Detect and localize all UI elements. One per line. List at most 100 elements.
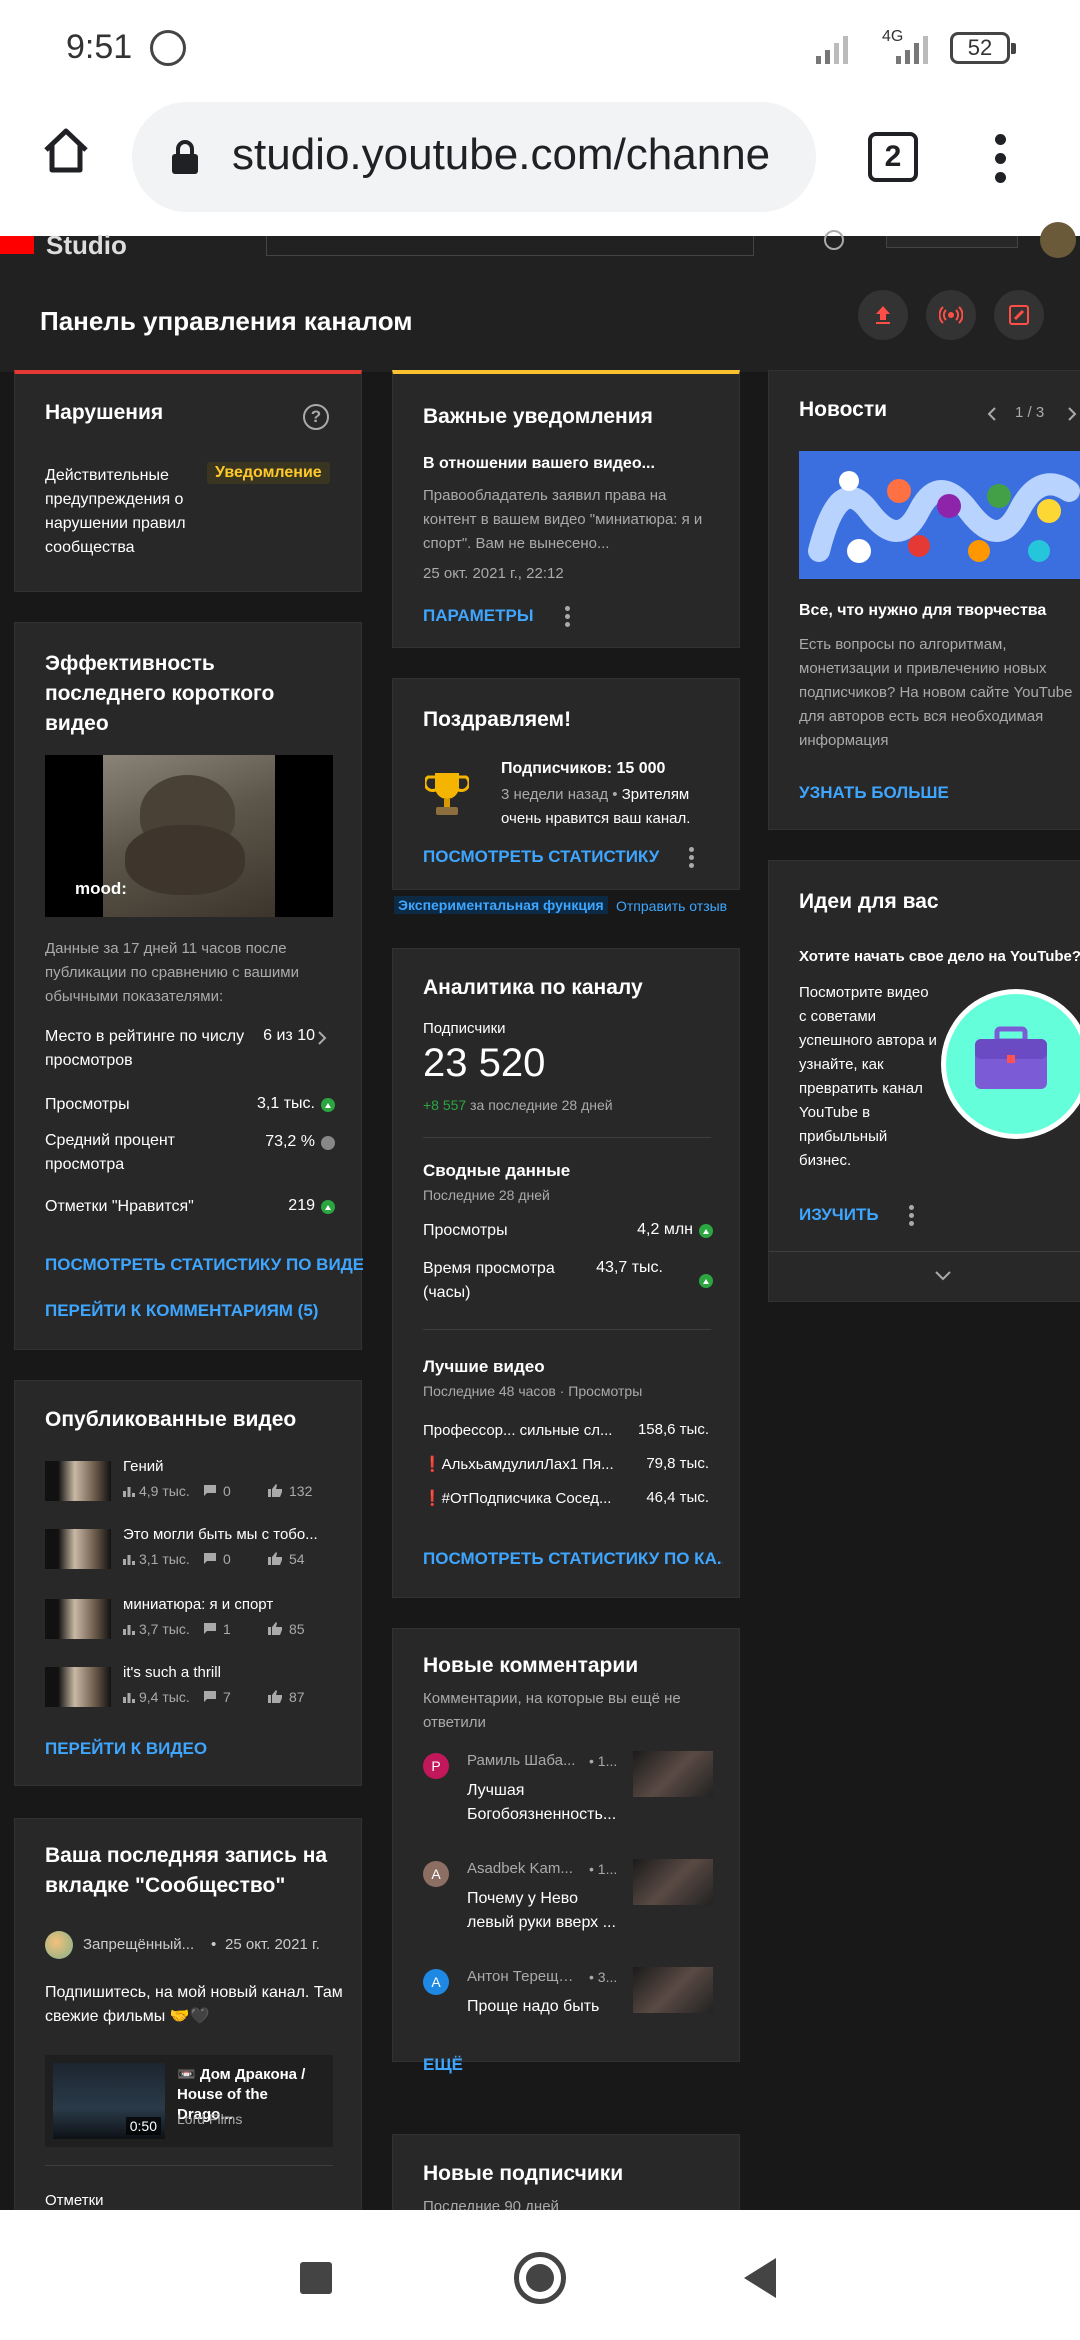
arrow-up-icon: [321, 1200, 335, 1214]
top-video-views: 79,8 тыс.: [646, 1455, 709, 1472]
video-title: it's such a thrill: [123, 1664, 221, 1681]
settings-link[interactable]: ПАРАМЕТРЫ: [423, 606, 533, 626]
comment-icon: [204, 1553, 216, 1564]
home-button[interactable]: [514, 2252, 566, 2304]
post-text: Подпишитесь, на мой новый канал. Там све…: [45, 1984, 343, 2025]
subs-label: Подписчики: [423, 1020, 506, 1037]
published-video-row[interactable]: it's such a thrill 9,4 тыс. 7 87: [45, 1664, 345, 1713]
ideas-text: Посмотрите видео с советами успешного ав…: [799, 981, 1080, 1173]
video-title: миниатюра: я и спорт: [123, 1596, 274, 1613]
analytics-views-value: 4,2 млн: [637, 1221, 693, 1238]
commenter-name: Asadbek Kam...: [467, 1860, 573, 1877]
video-comments: 7: [223, 1689, 231, 1705]
congrats-title: Поздравляем!: [423, 708, 572, 731]
ideas-text-span: Посмотрите видео с советами успешного ав…: [799, 984, 937, 1169]
commenter-name: Рамиль Шаба...: [467, 1752, 576, 1769]
learn-more-link[interactable]: УЗНАТЬ БОЛЬШЕ: [799, 783, 949, 803]
account-avatar[interactable]: [1040, 222, 1076, 258]
more-comments-link[interactable]: ЕЩЁ: [423, 2055, 463, 2075]
congrats-card: Поздравляем! Подписчиков: 15 000 3 недел…: [392, 678, 740, 890]
video-thumbnail: [45, 1529, 111, 1569]
comment-text: Проще надо быть: [467, 1998, 600, 2015]
chevron-right-icon[interactable]: [1067, 407, 1077, 421]
separator-dot: •: [211, 1936, 217, 1953]
status-bar: 9:51 4G 52: [0, 0, 1080, 100]
upload-button[interactable]: [858, 290, 908, 340]
channel-stats-link[interactable]: ПОСМОТРЕТЬ СТАТИСТИКУ ПО КА...: [423, 1549, 723, 1569]
comments-subtitle: Комментарии, на которые вы ещё не ответи…: [423, 1690, 681, 1731]
comment-icon: [204, 1623, 216, 1634]
view-stats-link[interactable]: ПОСМОТРЕТЬ СТАТИСТИКУ: [423, 847, 659, 867]
author-avatar: [45, 1931, 73, 1959]
important-notices-card: Важные уведомления В отношении вашего ви…: [392, 370, 740, 648]
address-bar[interactable]: studio.youtube.com/channe: [132, 102, 816, 212]
more-icon[interactable]: [909, 1205, 915, 1227]
chevron-left-icon[interactable]: [987, 407, 997, 421]
create-post-button[interactable]: [994, 290, 1044, 340]
comments-title: Новые комментарии: [423, 1654, 639, 1677]
top-video-row[interactable]: ❗#ОтПодписчика Сосед... 46,4 тыс.: [423, 1487, 711, 1515]
news-image[interactable]: [799, 451, 1080, 579]
last-short-title: Эффективность последнего короткого видео: [45, 652, 275, 735]
help-icon[interactable]: [824, 230, 844, 250]
comment-item[interactable]: А Антон Тереще... • 3... Проще надо быть: [423, 1965, 713, 2055]
back-button[interactable]: [744, 2258, 776, 2298]
news-pager: 1 / 3: [1015, 404, 1045, 421]
attached-video[interactable]: 0:50 📼 Дом Дракона / House of the Drago.…: [45, 2055, 333, 2147]
expand-icon[interactable]: [935, 1271, 951, 1281]
top-video-row[interactable]: Профессор... сильные сл... 158,6 тыс.: [423, 1419, 711, 1447]
go-live-button[interactable]: [926, 290, 976, 340]
published-video-row[interactable]: миниатюра: я и спорт 3,7 тыс. 1 85: [45, 1596, 345, 1645]
youtube-logo-icon[interactable]: [0, 236, 34, 254]
top-video-row[interactable]: ❗АльхьамдулилЛах1 Пя... 79,8 тыс.: [423, 1453, 711, 1481]
chevron-right-icon[interactable]: [317, 1031, 327, 1045]
short-thumbnail[interactable]: mood:: [45, 755, 333, 917]
comment-item[interactable]: Р Рамиль Шаба... • 1... Лучшая Богобоязн…: [423, 1749, 713, 1839]
tab-switcher-button[interactable]: 2: [868, 132, 918, 182]
home-icon[interactable]: [40, 124, 92, 176]
comment-item[interactable]: A Asadbek Kam... • 1... Почему у Нево ле…: [423, 1857, 713, 1947]
notice-heading: В отношении вашего видео...: [423, 455, 655, 472]
send-feedback-link[interactable]: Отправить отзыв: [616, 898, 727, 914]
violations-title: Нарушения: [45, 401, 164, 424]
community-post-card: Ваша последняя запись на вкладке "Сообще…: [14, 1818, 362, 2238]
go-to-videos-link[interactable]: ПЕРЕЙТИ К ВИДЕО: [45, 1739, 207, 1759]
subscriber-milestone: Подписчиков: 15 000: [501, 760, 666, 777]
signal-icon: [816, 34, 856, 64]
new-comments-card: Новые комментарии Комментарии, на которы…: [392, 1628, 740, 2074]
help-icon[interactable]: ?: [303, 404, 329, 430]
more-icon[interactable]: [689, 847, 695, 869]
news-text: Есть вопросы по алгоритмам, монетизации …: [799, 636, 1073, 749]
top-video-views: 158,6 тыс.: [637, 1421, 709, 1438]
published-video-row[interactable]: Это могли быть мы с тобо... 3,1 тыс. 0 5…: [45, 1526, 345, 1575]
post-author[interactable]: Запрещённый...: [83, 1933, 208, 1957]
published-video-row[interactable]: Гений 4,9 тыс. 0 132: [45, 1458, 345, 1507]
bar-chart-icon: [123, 1693, 135, 1703]
explore-link[interactable]: ИЗУЧИТЬ: [799, 1205, 879, 1225]
recents-button[interactable]: [300, 2262, 332, 2294]
more-icon[interactable]: [565, 606, 571, 628]
lock-icon: [172, 140, 198, 174]
comment-text: Лучшая Богобоязненность...: [467, 1782, 617, 1823]
short-comments-link[interactable]: ПЕРЕЙТИ К КОММЕНТАРИЯМ (5): [45, 1301, 318, 1321]
attached-video-thumbnail: 0:50: [53, 2063, 165, 2139]
arrow-up-icon: [699, 1274, 713, 1288]
trophy-icon: [425, 773, 469, 815]
create-button[interactable]: [886, 236, 1018, 248]
short-overlay-text: mood:: [75, 879, 127, 898]
url-text: studio.youtube.com/channe: [232, 130, 771, 179]
analytics-views-label: Просмотры: [423, 1222, 508, 1239]
short-stats-link[interactable]: ПОСМОТРЕТЬ СТАТИСТИКУ ПО ВИДЕО: [45, 1255, 363, 1275]
short-period-note: Данные за 17 дней 11 часов после публика…: [45, 940, 299, 1005]
arrow-up-icon: [321, 1098, 335, 1112]
comment-icon: [204, 1485, 216, 1496]
thumbs-up-icon: [268, 1552, 282, 1565]
studio-header: Studio: [0, 222, 1080, 272]
separator-dot: •: [608, 786, 622, 803]
comment-icon: [204, 1691, 216, 1702]
video-thumbnail: [45, 1599, 111, 1639]
subs-delta-row: +8 557 за последние 28 дней: [423, 1097, 613, 1113]
channel-search-input[interactable]: [266, 236, 754, 256]
studio-logo-text: Studio: [46, 230, 127, 260]
more-options-icon[interactable]: [992, 134, 1010, 184]
